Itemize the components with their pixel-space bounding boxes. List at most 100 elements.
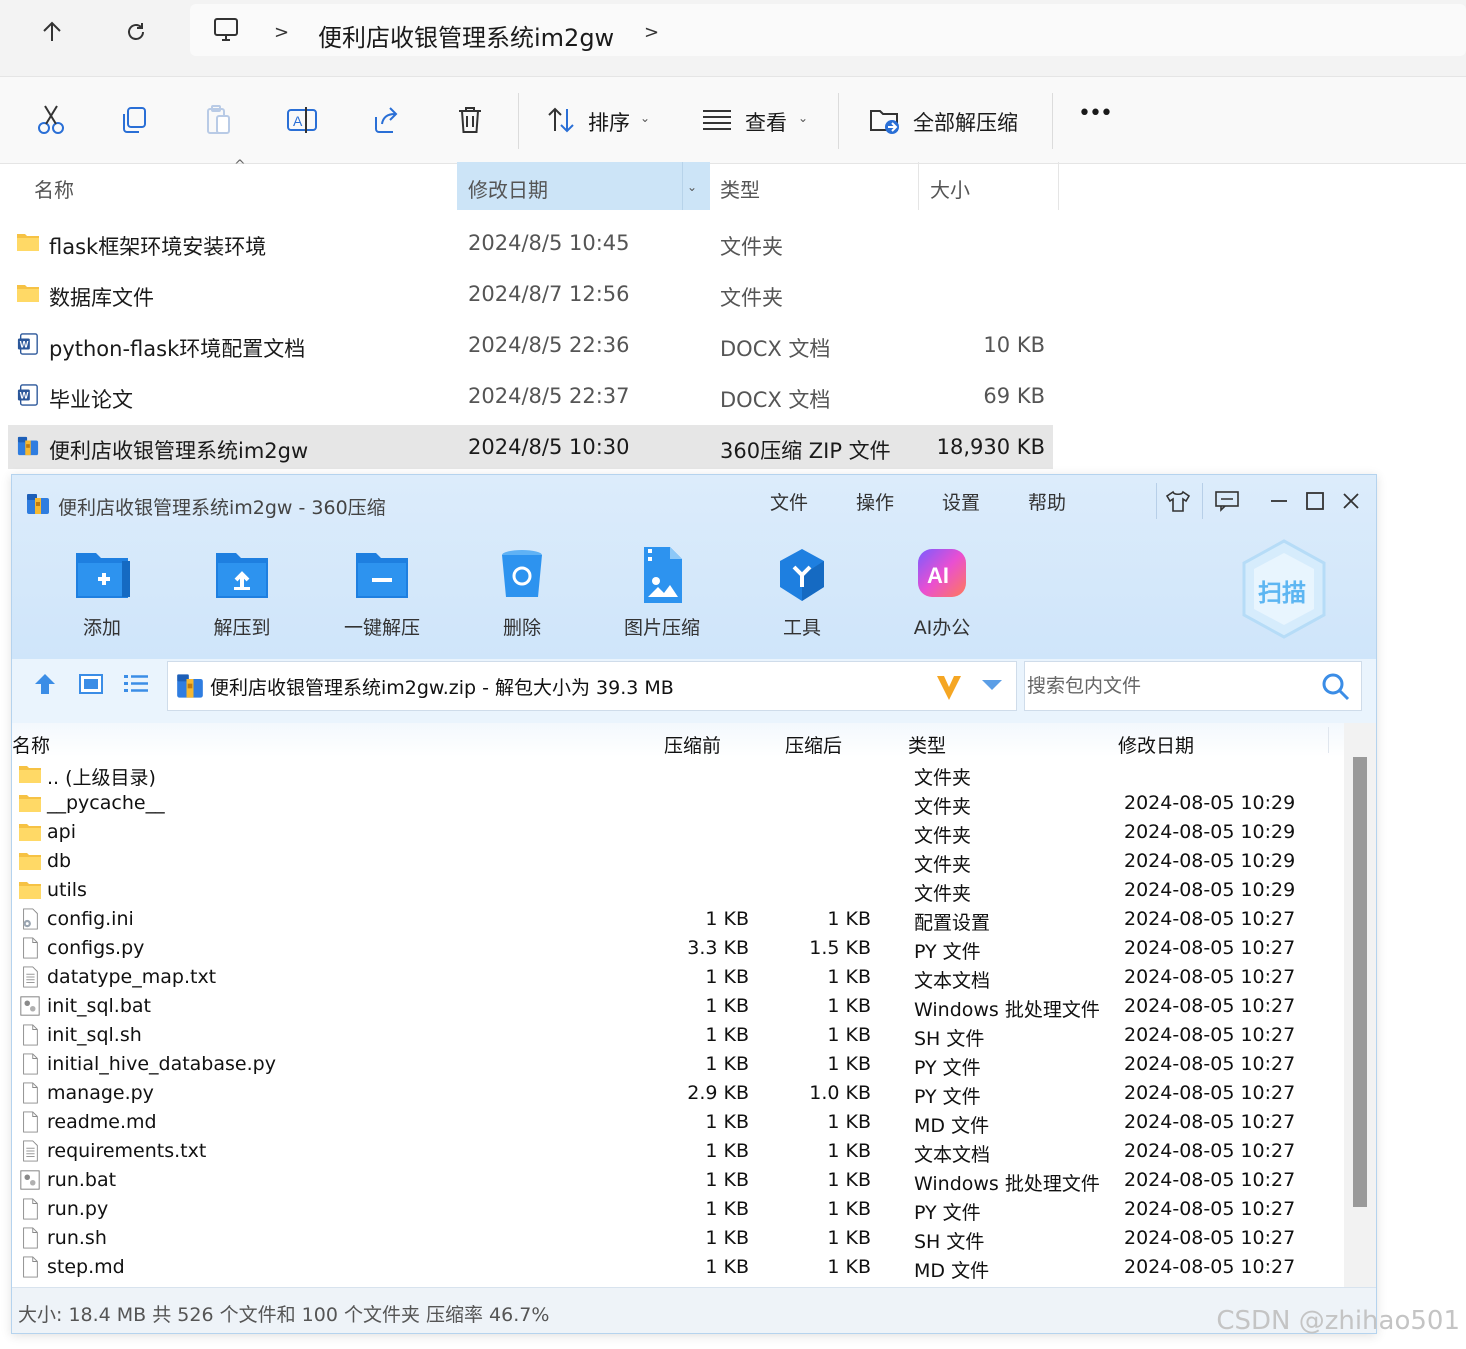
- file-name: 毕业论文: [49, 388, 133, 412]
- skin-shirt-icon[interactable]: [1163, 487, 1193, 515]
- copy-icon[interactable]: [117, 103, 151, 137]
- file-date: 2024-08-05 10:27: [1124, 1111, 1296, 1133]
- delete-button[interactable]: 删除: [472, 545, 572, 640]
- v-logo-icon[interactable]: [934, 672, 964, 706]
- archive-file-row[interactable]: initial_hive_database.py 1 KB 1 KB PY 文件 202…: [12, 1050, 1344, 1079]
- file-date: 2024-08-05 10:27: [1124, 1227, 1296, 1249]
- close-icon[interactable]: [1336, 487, 1366, 515]
- archive-file-row[interactable]: run.bat 1 KB 1 KB Windows 批处理文件 2024-08-05 1…: [12, 1166, 1344, 1195]
- file-type: 文件夹: [914, 796, 972, 818]
- extract-all-icon[interactable]: [868, 103, 902, 137]
- up-level-icon[interactable]: [32, 671, 60, 699]
- archive-file-row[interactable]: configs.py 3.3 KB 1.5 KB PY 文件 2024-08-05 10…: [12, 934, 1344, 963]
- archive-file-row[interactable]: .. (上级目录) 文件夹: [12, 760, 1344, 789]
- archive-file-row[interactable]: readme.md 1 KB 1 KB MD 文件 2024-08-05 10:27: [12, 1108, 1344, 1137]
- menu-operate[interactable]: 操作: [856, 488, 894, 515]
- archive-file-row[interactable]: __pycache__ 文件夹 2024-08-05 10:29: [12, 789, 1344, 818]
- file-size: 10 KB: [983, 333, 1045, 357]
- image-compress-button[interactable]: 图片压缩: [612, 545, 712, 640]
- archive-file-row[interactable]: step.md 1 KB 1 KB MD 文件 2024-08-05 10:27: [12, 1253, 1344, 1282]
- archive-path-bar[interactable]: 便利店收银管理系统im2gw.zip - 解包大小为 39.3 MB: [167, 661, 1017, 711]
- archive-file-row[interactable]: init_sql.bat 1 KB 1 KB Windows 批处理文件 2024-08…: [12, 992, 1344, 1021]
- up-arrow-icon[interactable]: [30, 10, 74, 54]
- one-click-extract-button[interactable]: 一键解压: [332, 545, 432, 640]
- column-header-size[interactable]: 大小: [930, 174, 970, 203]
- archive-file-row[interactable]: utils 文件夹 2024-08-05 10:29: [12, 876, 1344, 905]
- archive-file-row[interactable]: api 文件夹 2024-08-05 10:29: [12, 818, 1344, 847]
- toolbar-divider: [838, 93, 839, 149]
- archive-file-row[interactable]: requirements.txt 1 KB 1 KB 文本文档 2024-08-05 1…: [12, 1137, 1344, 1166]
- computer-icon[interactable]: [204, 8, 248, 52]
- file-type: Windows 批处理文件: [914, 999, 1100, 1021]
- chevron-down-icon[interactable]: ⌄: [798, 111, 808, 125]
- rename-icon[interactable]: A: [285, 103, 319, 137]
- list-view-icon[interactable]: [122, 671, 150, 699]
- trash-icon[interactable]: [453, 103, 487, 137]
- column-header-date[interactable]: 修改日期: [1118, 731, 1194, 758]
- vertical-scrollbar[interactable]: [1344, 723, 1376, 1287]
- column-header-name[interactable]: 名称: [34, 174, 74, 203]
- share-icon[interactable]: [369, 103, 403, 137]
- menu-file[interactable]: 文件: [770, 488, 808, 515]
- chevron-right-icon[interactable]: >: [274, 22, 289, 43]
- column-header-original-size[interactable]: 压缩前: [664, 731, 721, 758]
- archive-file-row[interactable]: init_sql.sh 1 KB 1 KB SH 文件 2024-08-05 10:27: [12, 1021, 1344, 1050]
- tools-button[interactable]: 工具: [752, 545, 852, 640]
- ai-office-button[interactable]: AI AI办公: [892, 545, 992, 640]
- sort-button[interactable]: 排序: [588, 107, 630, 137]
- original-size: 1 KB: [705, 995, 749, 1017]
- refresh-icon[interactable]: [114, 10, 158, 54]
- archive-file-row[interactable]: db 文件夹 2024-08-05 10:29: [12, 847, 1344, 876]
- file-size: 18,930 KB: [936, 435, 1045, 459]
- column-header-type[interactable]: 类型: [720, 174, 760, 203]
- column-header-type[interactable]: 类型: [908, 731, 946, 758]
- view-button[interactable]: 查看: [745, 107, 787, 137]
- sort-icon[interactable]: [544, 103, 578, 137]
- add-folder-icon: [76, 553, 130, 598]
- chevron-down-icon[interactable]: ⌄: [640, 111, 650, 125]
- minimize-icon[interactable]: [1264, 487, 1294, 515]
- file-row[interactable]: W 毕业论文 2024/8/5 22:37 DOCX 文档 69 KB: [8, 374, 1053, 418]
- search-icon[interactable]: [1321, 672, 1351, 706]
- toolbar-divider: [1052, 93, 1053, 149]
- cut-icon[interactable]: [34, 103, 68, 137]
- add-button[interactable]: 添加: [52, 545, 152, 640]
- column-header-compressed-size[interactable]: 压缩后: [785, 731, 842, 758]
- feedback-icon[interactable]: [1212, 487, 1242, 515]
- extract-to-button[interactable]: 解压到: [192, 545, 292, 640]
- file-date: 2024/8/5 22:36: [468, 333, 630, 357]
- file-row[interactable]: 数据库文件 2024/8/7 12:56 文件夹: [8, 272, 1053, 316]
- menu-settings[interactable]: 设置: [942, 488, 980, 515]
- archive-file-row[interactable]: run.py 1 KB 1 KB PY 文件 2024-08-05 10:27: [12, 1195, 1344, 1224]
- archive-file-row[interactable]: config.ini 1 KB 1 KB 配置设置 2024-08-05 10:27: [12, 905, 1344, 934]
- breadcrumb-current-folder[interactable]: 便利店收银管理系统im2gw: [318, 18, 614, 53]
- column-header-date[interactable]: 修改日期: [468, 174, 548, 203]
- more-options-button[interactable]: •••: [1078, 101, 1113, 126]
- view-list-icon[interactable]: [700, 103, 734, 137]
- archive-search-input[interactable]: [1025, 662, 1319, 710]
- breadcrumb[interactable]: > 便利店收银管理系统im2gw >: [190, 4, 1466, 56]
- column-header-name[interactable]: 名称: [12, 731, 50, 758]
- menu-help[interactable]: 帮助: [1028, 488, 1066, 515]
- chevron-right-icon[interactable]: >: [644, 22, 659, 43]
- file-row[interactable]: flask框架环境安装环境 2024/8/5 10:45 文件夹: [8, 221, 1053, 265]
- thumbnail-view-icon[interactable]: [78, 671, 106, 699]
- file-name: 便利店收银管理系统im2gw: [49, 439, 309, 463]
- file-name: run.py: [47, 1198, 109, 1220]
- file-row[interactable]: W python-flask环境配置文档 2024/8/5 22:36 DOCX…: [8, 323, 1053, 367]
- extract-all-button[interactable]: 全部解压缩: [913, 107, 1018, 137]
- chevron-down-icon[interactable]: ⌄: [687, 180, 697, 194]
- chevron-down-icon[interactable]: [980, 676, 1004, 700]
- archive-search-box[interactable]: [1024, 661, 1362, 711]
- archive-file-row[interactable]: datatype_map.txt 1 KB 1 KB 文本文档 2024-08-05 1…: [12, 963, 1344, 992]
- tools-icon: [780, 549, 824, 601]
- archive-file-row[interactable]: manage.py 2.9 KB 1.0 KB PY 文件 2024-08-05 10:…: [12, 1079, 1344, 1108]
- archive-file-row[interactable]: run.sh 1 KB 1 KB SH 文件 2024-08-05 10:27: [12, 1224, 1344, 1253]
- scrollbar-thumb[interactable]: [1353, 757, 1367, 1207]
- file-date: 2024-08-05 10:27: [1124, 908, 1296, 930]
- scan-button[interactable]: 扫描: [1238, 537, 1330, 641]
- file-row-selected[interactable]: 便利店收银管理系统im2gw 2024/8/5 10:30 360压缩 ZIP …: [8, 425, 1053, 469]
- maximize-icon[interactable]: [1300, 487, 1330, 515]
- paste-icon[interactable]: [201, 103, 235, 137]
- file-date: 2024/8/7 12:56: [468, 282, 630, 306]
